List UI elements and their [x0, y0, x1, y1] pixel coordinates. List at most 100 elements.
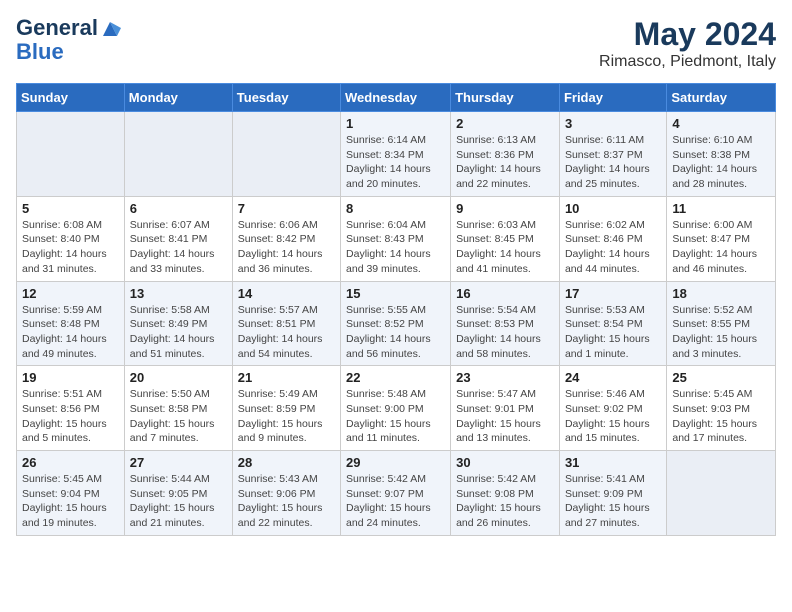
calendar-cell: 7 Sunrise: 6:06 AM Sunset: 8:42 PM Daylig… [232, 196, 340, 281]
calendar-header-tuesday: Tuesday [232, 84, 340, 112]
calendar-cell: 6 Sunrise: 6:07 AM Sunset: 8:41 PM Daylig… [124, 196, 232, 281]
day-number: 17 [565, 286, 661, 301]
day-info: Sunrise: 5:43 AM Sunset: 9:06 PM Dayligh… [238, 472, 335, 531]
day-number: 10 [565, 201, 661, 216]
day-number: 30 [456, 455, 554, 470]
calendar-cell: 3Sunrise: 6:11 AM Sunset: 8:37 PM Daylig… [559, 112, 666, 197]
calendar-cell: 12 Sunrise: 5:59 AM Sunset: 8:48 PM Dayli… [17, 281, 125, 366]
day-number: 8 [346, 201, 445, 216]
day-info: Sunrise: 5:45 AM Sunset: 9:04 PM Dayligh… [22, 472, 119, 531]
logo-text: General [16, 16, 121, 40]
day-number: 9 [456, 201, 554, 216]
calendar-week-row: 1 Sunrise: 6:14 AM Sunset: 8:34 PM Daylig… [17, 112, 776, 197]
calendar-header-thursday: Thursday [451, 84, 560, 112]
day-number: 1 [346, 116, 445, 131]
day-number: 15 [346, 286, 445, 301]
day-info: Sunrise: 5:59 AM Sunset: 8:48 PM Dayligh… [22, 303, 119, 362]
calendar-cell: 26 Sunrise: 5:45 AM Sunset: 9:04 PM Dayli… [17, 451, 125, 536]
day-number: 29 [346, 455, 445, 470]
calendar-cell: 31 Sunrise: 5:41 AM Sunset: 9:09 PM Dayli… [559, 451, 666, 536]
day-number: 31 [565, 455, 661, 470]
calendar-cell: 8Sunrise: 6:04 AM Sunset: 8:43 PM Daylig… [341, 196, 451, 281]
calendar-cell: 20Sunrise: 5:50 AM Sunset: 8:58 PM Dayli… [124, 366, 232, 451]
day-number: 14 [238, 286, 335, 301]
calendar-week-row: 19 Sunrise: 5:51 AM Sunset: 8:56 PM Dayli… [17, 366, 776, 451]
calendar-header-saturday: Saturday [667, 84, 776, 112]
day-info: Sunrise: 5:58 AM Sunset: 8:49 PM Dayligh… [130, 303, 227, 362]
calendar-header-monday: Monday [124, 84, 232, 112]
calendar-header-row: SundayMondayTuesdayWednesdayThursdayFrid… [17, 84, 776, 112]
day-info: Sunrise: 5:57 AM Sunset: 8:51 PM Dayligh… [238, 303, 335, 362]
calendar-cell: 29Sunrise: 5:42 AM Sunset: 9:07 PM Dayli… [341, 451, 451, 536]
calendar-cell: 22 Sunrise: 5:48 AM Sunset: 9:00 PM Dayli… [341, 366, 451, 451]
main-title: May 2024 [599, 16, 776, 53]
day-info: Sunrise: 6:14 AM Sunset: 8:34 PM Dayligh… [346, 133, 445, 192]
page-header: General Blue May 2024 Rimasco, Piedmont,… [16, 16, 776, 71]
day-number: 16 [456, 286, 554, 301]
day-number: 25 [672, 370, 770, 385]
day-number: 4 [672, 116, 770, 131]
calendar-cell: 24 Sunrise: 5:46 AM Sunset: 9:02 PM Dayli… [559, 366, 666, 451]
day-number: 23 [456, 370, 554, 385]
day-number: 7 [238, 201, 335, 216]
calendar-cell: 17Sunrise: 5:53 AM Sunset: 8:54 PM Dayli… [559, 281, 666, 366]
day-number: 13 [130, 286, 227, 301]
day-number: 27 [130, 455, 227, 470]
day-number: 12 [22, 286, 119, 301]
day-number: 24 [565, 370, 661, 385]
day-number: 18 [672, 286, 770, 301]
calendar-cell [667, 451, 776, 536]
day-number: 21 [238, 370, 335, 385]
calendar-cell: 19 Sunrise: 5:51 AM Sunset: 8:56 PM Dayli… [17, 366, 125, 451]
calendar-header-friday: Friday [559, 84, 666, 112]
day-info: Sunrise: 5:46 AM Sunset: 9:02 PM Dayligh… [565, 387, 661, 446]
day-info: Sunrise: 6:02 AM Sunset: 8:46 PM Dayligh… [565, 218, 661, 277]
subtitle: Rimasco, Piedmont, Italy [599, 53, 776, 71]
logo-blue: Blue [16, 40, 121, 64]
day-number: 6 [130, 201, 227, 216]
calendar-cell: 5 Sunrise: 6:08 AM Sunset: 8:40 PM Daylig… [17, 196, 125, 281]
day-info: Sunrise: 6:10 AM Sunset: 8:38 PM Dayligh… [672, 133, 770, 192]
day-info: Sunrise: 5:45 AM Sunset: 9:03 PM Dayligh… [672, 387, 770, 446]
calendar-cell: 9Sunrise: 6:03 AM Sunset: 8:45 PM Daylig… [451, 196, 560, 281]
day-number: 19 [22, 370, 119, 385]
day-info: Sunrise: 5:42 AM Sunset: 9:08 PM Dayligh… [456, 472, 554, 531]
calendar-cell [232, 112, 340, 197]
day-info: Sunrise: 6:06 AM Sunset: 8:42 PM Dayligh… [238, 218, 335, 277]
calendar-header-wednesday: Wednesday [341, 84, 451, 112]
title-block: May 2024 Rimasco, Piedmont, Italy [599, 16, 776, 71]
day-info: Sunrise: 5:41 AM Sunset: 9:09 PM Dayligh… [565, 472, 661, 531]
calendar-cell: 21Sunrise: 5:49 AM Sunset: 8:59 PM Dayli… [232, 366, 340, 451]
calendar-cell: 16 Sunrise: 5:54 AM Sunset: 8:53 PM Dayli… [451, 281, 560, 366]
logo-icon [99, 18, 121, 40]
calendar-table: SundayMondayTuesdayWednesdayThursdayFrid… [16, 83, 776, 536]
day-info: Sunrise: 6:11 AM Sunset: 8:37 PM Dayligh… [565, 133, 661, 192]
calendar-cell: 23 Sunrise: 5:47 AM Sunset: 9:01 PM Dayli… [451, 366, 560, 451]
day-info: Sunrise: 6:08 AM Sunset: 8:40 PM Dayligh… [22, 218, 119, 277]
calendar-cell: 2 Sunrise: 6:13 AM Sunset: 8:36 PM Daylig… [451, 112, 560, 197]
day-number: 5 [22, 201, 119, 216]
day-number: 28 [238, 455, 335, 470]
day-number: 22 [346, 370, 445, 385]
calendar-cell: 1 Sunrise: 6:14 AM Sunset: 8:34 PM Daylig… [341, 112, 451, 197]
calendar-cell: 25 Sunrise: 5:45 AM Sunset: 9:03 PM Dayli… [667, 366, 776, 451]
calendar-week-row: 12 Sunrise: 5:59 AM Sunset: 8:48 PM Dayli… [17, 281, 776, 366]
calendar-cell [17, 112, 125, 197]
logo: General Blue [16, 16, 121, 64]
day-info: Sunrise: 6:00 AM Sunset: 8:47 PM Dayligh… [672, 218, 770, 277]
day-info: Sunrise: 5:52 AM Sunset: 8:55 PM Dayligh… [672, 303, 770, 362]
day-info: Sunrise: 5:51 AM Sunset: 8:56 PM Dayligh… [22, 387, 119, 446]
calendar-week-row: 26 Sunrise: 5:45 AM Sunset: 9:04 PM Dayli… [17, 451, 776, 536]
day-info: Sunrise: 5:48 AM Sunset: 9:00 PM Dayligh… [346, 387, 445, 446]
day-number: 26 [22, 455, 119, 470]
calendar-cell: 28 Sunrise: 5:43 AM Sunset: 9:06 PM Dayli… [232, 451, 340, 536]
day-info: Sunrise: 6:07 AM Sunset: 8:41 PM Dayligh… [130, 218, 227, 277]
calendar-cell: 11 Sunrise: 6:00 AM Sunset: 8:47 PM Dayli… [667, 196, 776, 281]
day-number: 11 [672, 201, 770, 216]
day-info: Sunrise: 5:47 AM Sunset: 9:01 PM Dayligh… [456, 387, 554, 446]
calendar-header-sunday: Sunday [17, 84, 125, 112]
calendar-cell: 30 Sunrise: 5:42 AM Sunset: 9:08 PM Dayli… [451, 451, 560, 536]
day-info: Sunrise: 6:13 AM Sunset: 8:36 PM Dayligh… [456, 133, 554, 192]
day-info: Sunrise: 5:54 AM Sunset: 8:53 PM Dayligh… [456, 303, 554, 362]
day-number: 2 [456, 116, 554, 131]
